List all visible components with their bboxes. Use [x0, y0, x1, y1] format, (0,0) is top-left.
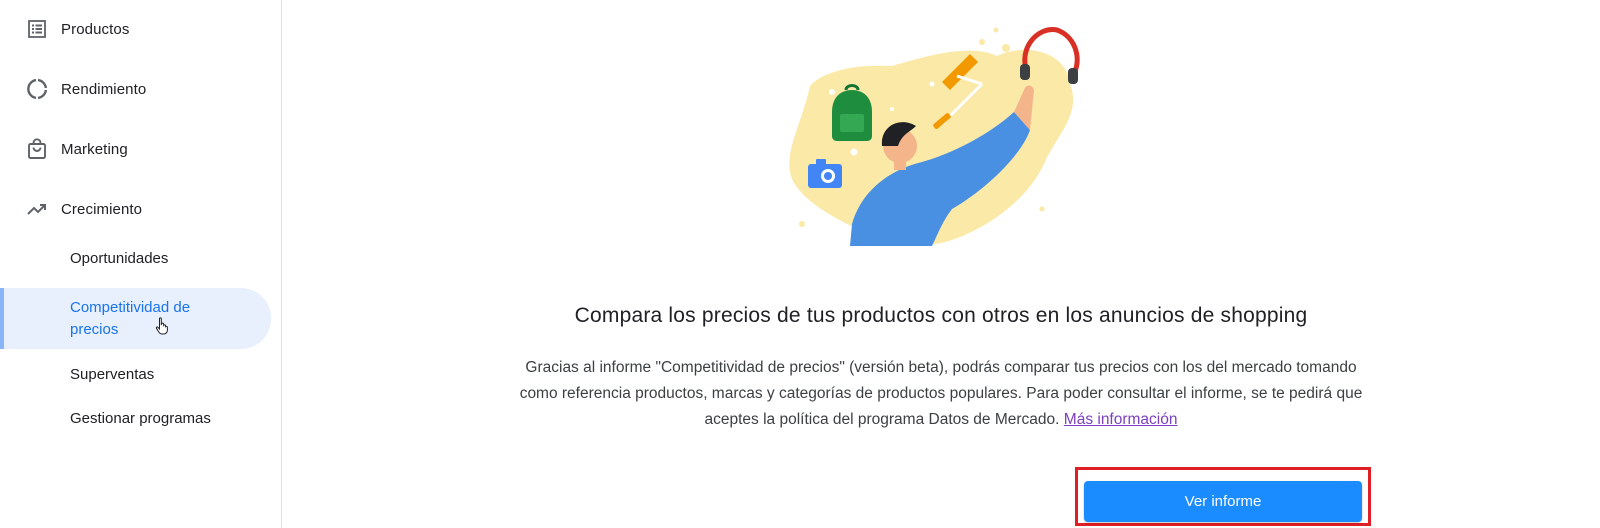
nav-item-label: Marketing: [61, 140, 128, 158]
shopping-illustration: [782, 14, 1092, 259]
main-content: Compara los precios de tus productos con…: [282, 0, 1600, 528]
view-report-button[interactable]: Ver informe: [1084, 481, 1362, 522]
description-paragraph: Gracias al informe "Competitividad de pr…: [507, 355, 1375, 433]
nav-item-label: Rendimiento: [61, 80, 147, 98]
sidebar: Productos Rendimiento Marketing Crecimie…: [0, 0, 282, 528]
sub-item-label: Oportunidades: [70, 250, 169, 267]
nav-item-marketing[interactable]: Marketing: [0, 129, 281, 169]
sub-item-label: Superventas: [70, 366, 155, 383]
nav-item-label: Productos: [61, 20, 130, 38]
list-icon: [25, 17, 49, 41]
learn-more-link[interactable]: Más información: [1064, 411, 1178, 428]
sub-item-label: Competitividad de precios: [70, 299, 191, 338]
sidebar-item-competitividad-de-precios[interactable]: Competitividad de precios: [0, 288, 271, 349]
page-headline: Compara los precios de tus productos con…: [574, 304, 1308, 327]
sidebar-item-oportunidades[interactable]: Oportunidades: [0, 245, 281, 277]
hand-pointer-cursor-icon: [155, 317, 169, 340]
nav-item-productos[interactable]: Productos: [0, 9, 281, 49]
description-text: Gracias al informe "Competitividad de pr…: [519, 359, 1363, 428]
sub-item-label: Gestionar programas: [70, 410, 211, 427]
trending-up-icon: [25, 197, 49, 221]
shopping-bag-icon: [25, 137, 49, 161]
nav-item-crecimiento[interactable]: Crecimiento: [0, 189, 281, 229]
nav-item-label: Crecimiento: [61, 200, 143, 218]
sidebar-item-gestionar-programas[interactable]: Gestionar programas: [0, 405, 281, 437]
donut-chart-icon: [25, 77, 49, 101]
sidebar-item-superventas[interactable]: Superventas: [0, 361, 281, 393]
active-indicator: [0, 288, 4, 349]
nav-item-rendimiento[interactable]: Rendimiento: [0, 69, 281, 109]
